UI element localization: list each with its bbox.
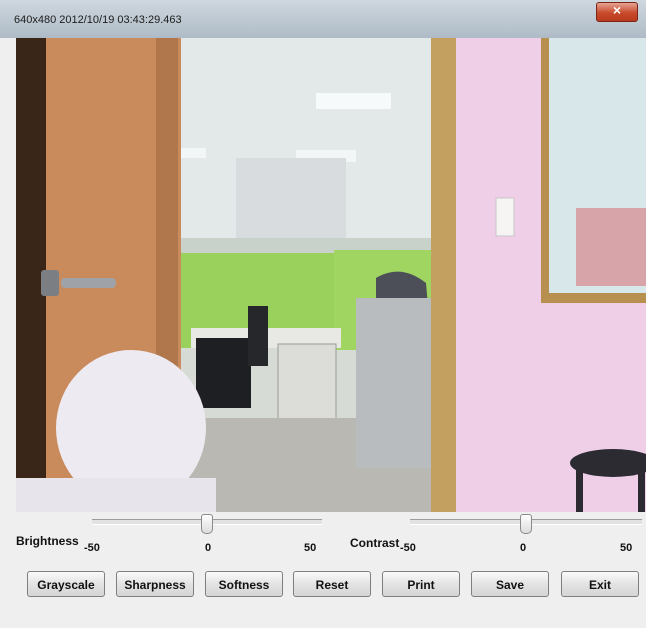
contrast-min-label: -50: [400, 542, 416, 554]
title-bar: 640x480 2012/10/19 03:43:29.463 ×: [0, 0, 646, 38]
exit-button[interactable]: Exit: [561, 571, 639, 597]
brightness-slider-thumb[interactable]: [201, 514, 213, 534]
camera-frame-image: [16, 38, 646, 512]
save-button[interactable]: Save: [471, 571, 549, 597]
softness-button[interactable]: Softness: [205, 571, 283, 597]
brightness-label: Brightness: [16, 534, 79, 548]
contrast-slider-thumb[interactable]: [520, 514, 532, 534]
app-window: 640x480 2012/10/19 03:43:29.463 × Bright…: [0, 0, 646, 628]
grayscale-button[interactable]: Grayscale: [27, 571, 105, 597]
contrast-label: Contrast: [350, 536, 400, 550]
reset-button[interactable]: Reset: [293, 571, 371, 597]
brightness-min-label: -50: [84, 542, 100, 554]
print-button[interactable]: Print: [382, 571, 460, 597]
sharpness-button[interactable]: Sharpness: [116, 571, 194, 597]
brightness-max-label: 50: [304, 542, 317, 554]
window-title: 640x480 2012/10/19 03:43:29.463: [14, 14, 182, 26]
brightness-mid-label: 0: [205, 542, 212, 554]
camera-preview: [16, 38, 646, 512]
contrast-mid-label: 0: [520, 542, 527, 554]
close-icon: ×: [612, 2, 622, 18]
close-button[interactable]: ×: [596, 2, 638, 22]
control-panel: Brightness -50 0 50 Contrast -50 0 50: [0, 512, 646, 628]
contrast-max-label: 50: [620, 542, 633, 554]
